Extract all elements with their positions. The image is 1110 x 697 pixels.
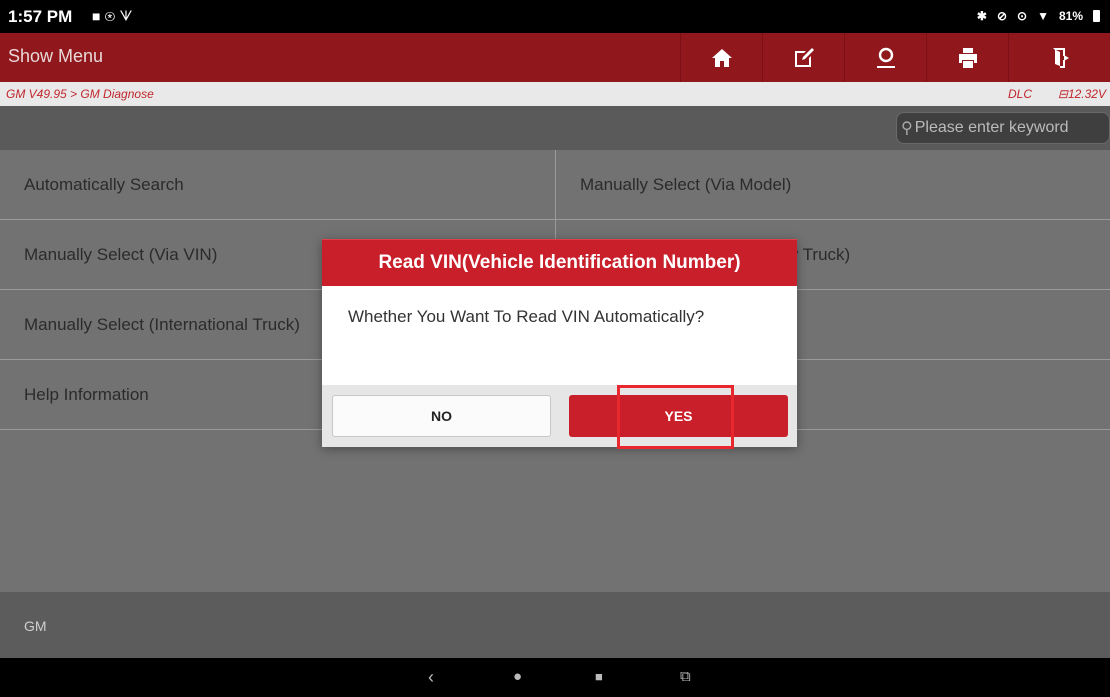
dialog-actions: NO YES xyxy=(322,385,797,447)
vpn-icon: ᗐ xyxy=(119,8,137,24)
menu-item-manual-via-model[interactable]: Manually Select (Via Model) xyxy=(555,150,1110,219)
status-time: 1:57 PM xyxy=(8,7,73,26)
mute-icon: ⊘ xyxy=(996,9,1008,23)
voltage-readout: ⊟12.32V xyxy=(1058,87,1106,101)
home-button[interactable] xyxy=(680,33,762,82)
print-button[interactable] xyxy=(926,33,1008,82)
show-menu-button[interactable]: Show Menu xyxy=(8,46,103,67)
edit-report-icon xyxy=(794,47,814,67)
status-bar: 1:57 PM ■⊛ᗐ ✱ ⊘ ⊙ ▼ 81% xyxy=(0,0,1110,33)
breadcrumb-bar: GM V49.95 > GM Diagnose DLC ⊟12.32V xyxy=(0,82,1110,106)
menu-item-automatically-search[interactable]: Automatically Search xyxy=(0,150,555,219)
assistant-icon: ⊛ xyxy=(104,8,120,24)
user-icon xyxy=(876,47,895,68)
battery-level: 81% xyxy=(1058,9,1083,23)
footer-label: GM xyxy=(24,618,47,634)
home-icon xyxy=(711,48,732,67)
exit-button[interactable] xyxy=(1008,33,1110,82)
battery-icon xyxy=(1093,10,1100,22)
recents-icon[interactable]: ■ xyxy=(595,669,603,684)
voltage-value: 12.32V xyxy=(1067,87,1106,101)
dlc-label: DLC xyxy=(1007,87,1032,101)
battery-voltage-icon: ⊟ xyxy=(1057,87,1068,101)
exit-icon xyxy=(1052,47,1069,68)
screenshot-icon[interactable]: ⧉ xyxy=(680,668,691,685)
user-button[interactable] xyxy=(844,33,926,82)
wifi-icon: ▼ xyxy=(1037,9,1049,23)
top-toolbar: Show Menu xyxy=(0,33,1110,82)
footer-bar: GM xyxy=(0,592,1110,658)
read-vin-dialog: Read VIN(Vehicle Identification Number) … xyxy=(322,239,797,447)
notification-icon: ■ xyxy=(92,8,105,24)
menu-row: Automatically Search Manually Select (Vi… xyxy=(0,150,1110,220)
edit-report-button[interactable] xyxy=(762,33,844,82)
search-icon: ⚲ xyxy=(901,120,913,137)
dialog-title: Read VIN(Vehicle Identification Number) xyxy=(322,239,797,286)
status-left-icons: ■⊛ᗐ xyxy=(92,8,137,25)
search-box[interactable]: ⚲ xyxy=(896,112,1110,144)
search-input[interactable] xyxy=(914,119,1105,137)
home-nav-icon[interactable]: ● xyxy=(513,668,522,685)
print-icon xyxy=(958,47,977,68)
breadcrumb: GM V49.95 > GM Diagnose xyxy=(6,87,154,101)
no-button[interactable]: NO xyxy=(332,395,551,437)
yes-button[interactable]: YES xyxy=(569,395,788,437)
location-icon: ⊙ xyxy=(1017,9,1028,23)
search-row: ⚲ xyxy=(0,106,1110,150)
back-icon[interactable]: ‹ xyxy=(428,667,434,688)
navigation-bar: ‹ ● ■ ⧉ xyxy=(0,658,1110,697)
status-right-icons: ✱ ⊘ ⊙ ▼ 81% xyxy=(977,9,1100,23)
bluetooth-icon: ✱ xyxy=(976,9,987,23)
dialog-message: Whether You Want To Read VIN Automatical… xyxy=(348,307,705,326)
